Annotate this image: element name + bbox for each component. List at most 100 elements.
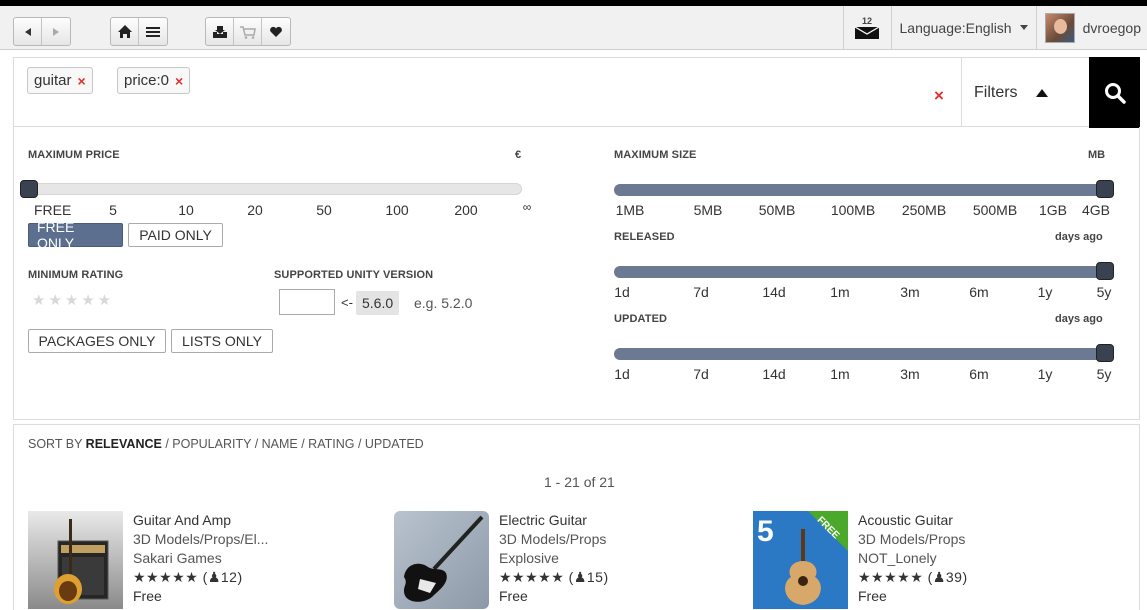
size-slider-thumb[interactable] — [1096, 180, 1114, 198]
product-rating: ★★★★★ (♟39) — [858, 568, 968, 587]
tick-label: 200 — [454, 202, 478, 218]
search-tag-price: price:0 × — [117, 67, 191, 94]
tick-label: 3m — [900, 366, 920, 382]
min-rating-label: MINIMUM RATING — [28, 269, 124, 281]
menu-button[interactable] — [139, 18, 167, 45]
sort-prefix: SORT BY — [28, 437, 86, 451]
updated-label: UPDATED — [614, 313, 668, 325]
wishlist-button[interactable] — [262, 18, 290, 45]
tick-label: 100MB — [830, 202, 876, 218]
current-version-button[interactable]: 5.6.0 — [356, 291, 400, 315]
search-bar: guitar × price:0 × × Filters — [13, 57, 1140, 128]
tick-label: 20 — [247, 202, 263, 218]
tick-label: 1y — [1037, 366, 1053, 382]
filters-toggle[interactable]: Filters — [961, 58, 1090, 127]
home-button[interactable] — [111, 18, 139, 45]
downloads-button[interactable] — [206, 18, 234, 45]
sort-relevance[interactable]: RELEVANCE — [86, 437, 162, 451]
tick-label: 3m — [900, 284, 920, 300]
remove-tag-icon[interactable]: × — [175, 73, 183, 89]
tick-label: 100 — [385, 202, 409, 218]
product-name[interactable]: Electric Guitar — [499, 511, 609, 530]
updated-slider-thumb[interactable] — [1096, 344, 1114, 362]
product-name[interactable]: Guitar And Amp — [133, 511, 268, 530]
sort-bar: SORT BY RELEVANCE / POPULARITY / NAME / … — [28, 437, 424, 451]
product-price: Free — [133, 588, 162, 604]
released-slider-track[interactable] — [614, 266, 1111, 278]
tick-label: 1m — [830, 284, 850, 300]
language-selector[interactable]: Language:English — [890, 6, 1036, 50]
result-item[interactable]: 5 FREE Acoustic Guitar 3D Models/Props N… — [753, 511, 1093, 610]
heart-icon — [270, 26, 282, 37]
filter-panel: MAXIMUM PRICE € FREE 5 10 20 50 100 200 … — [13, 127, 1140, 420]
size-unit: MB — [1088, 149, 1106, 161]
acoustic-guitar-image: 5 FREE — [753, 511, 848, 609]
size-slider-track[interactable] — [614, 184, 1111, 196]
product-publisher[interactable]: NOT_Lonely — [858, 549, 968, 568]
product-price: Free — [858, 588, 887, 604]
product-publisher[interactable]: Sakari Games — [133, 549, 268, 568]
rating-stars: ★★★★★ — [858, 569, 924, 585]
review-count: (♟15) — [568, 569, 609, 585]
envelope-icon — [854, 25, 880, 39]
price-unit: € — [515, 149, 522, 161]
review-count: (♟39) — [927, 569, 968, 585]
download-tray-icon — [212, 25, 227, 38]
clear-search-icon[interactable]: × — [934, 86, 944, 106]
tick-label: 7d — [693, 284, 709, 300]
price-slider-track[interactable] — [28, 183, 522, 195]
user-menu[interactable]: dvroegop — [1035, 6, 1147, 50]
tick-label: 7d — [693, 366, 709, 382]
price-slider-thumb[interactable] — [20, 180, 38, 198]
product-meta: Acoustic Guitar 3D Models/Props NOT_Lone… — [858, 511, 968, 606]
result-count: 1 - 21 of 21 — [544, 474, 615, 490]
product-publisher[interactable]: Explosive — [499, 549, 609, 568]
tag-label: price:0 — [124, 72, 170, 89]
unity-version-input[interactable] — [279, 289, 335, 315]
paid-only-button[interactable]: PAID ONLY — [128, 223, 223, 247]
rating-stars[interactable]: ★★★★★ — [32, 291, 114, 309]
free-only-button[interactable]: FREE ONLY — [28, 219, 123, 251]
product-category[interactable]: 3D Models/Props — [499, 530, 609, 549]
product-thumbnail[interactable]: 5 FREE — [753, 511, 848, 609]
tick-label: 6m — [969, 284, 989, 300]
packages-only-button[interactable]: PACKAGES ONLY — [28, 329, 166, 353]
updated-unit: days ago — [1055, 313, 1103, 325]
tick-label: 5MB — [693, 202, 723, 218]
top-right-area: 12 Language:English dvroegop — [842, 6, 1147, 50]
tick-label: 1d — [614, 284, 630, 300]
tick-label: 1d — [614, 366, 630, 382]
product-thumbnail[interactable] — [394, 511, 489, 609]
product-meta: Electric Guitar 3D Models/Props Explosiv… — [499, 511, 609, 606]
arrow-left-icon — [24, 27, 31, 36]
max-size-label: MAXIMUM SIZE — [614, 149, 697, 161]
tick-label: FREE — [34, 202, 72, 218]
released-unit: days ago — [1055, 231, 1103, 243]
sort-options[interactable]: / POPULARITY / NAME / RATING / UPDATED — [162, 437, 423, 451]
released-slider-thumb[interactable] — [1096, 262, 1114, 280]
product-price: Free — [499, 588, 528, 604]
result-item[interactable]: Electric Guitar 3D Models/Props Explosiv… — [394, 511, 734, 610]
back-button[interactable] — [14, 18, 42, 45]
history-nav-group — [13, 17, 71, 46]
product-category[interactable]: 3D Models/Props/El... — [133, 530, 268, 549]
rating-stars: ★★★★★ — [133, 569, 199, 585]
cart-button[interactable] — [234, 18, 262, 45]
updated-slider-track[interactable] — [614, 348, 1111, 360]
tick-label: 5 — [109, 202, 117, 218]
product-name[interactable]: Acoustic Guitar — [858, 511, 968, 530]
lists-only-button[interactable]: LISTS ONLY — [171, 329, 273, 353]
tick-label: 6m — [969, 366, 989, 382]
tick-label: ∞ — [522, 200, 532, 214]
product-thumbnail[interactable] — [28, 511, 123, 609]
results-area: SORT BY RELEVANCE / POPULARITY / NAME / … — [13, 424, 1140, 610]
forward-button[interactable] — [42, 18, 70, 45]
remove-tag-icon[interactable]: × — [78, 73, 86, 89]
search-button[interactable] — [1089, 57, 1140, 128]
home-icon — [117, 25, 132, 38]
result-item[interactable]: Guitar And Amp 3D Models/Props/El... Sak… — [28, 511, 368, 610]
messages-button[interactable]: 12 — [842, 6, 891, 50]
product-rating: ★★★★★ (♟12) — [133, 568, 268, 587]
tick-label: 50 — [316, 202, 332, 218]
product-category[interactable]: 3D Models/Props — [858, 530, 968, 549]
